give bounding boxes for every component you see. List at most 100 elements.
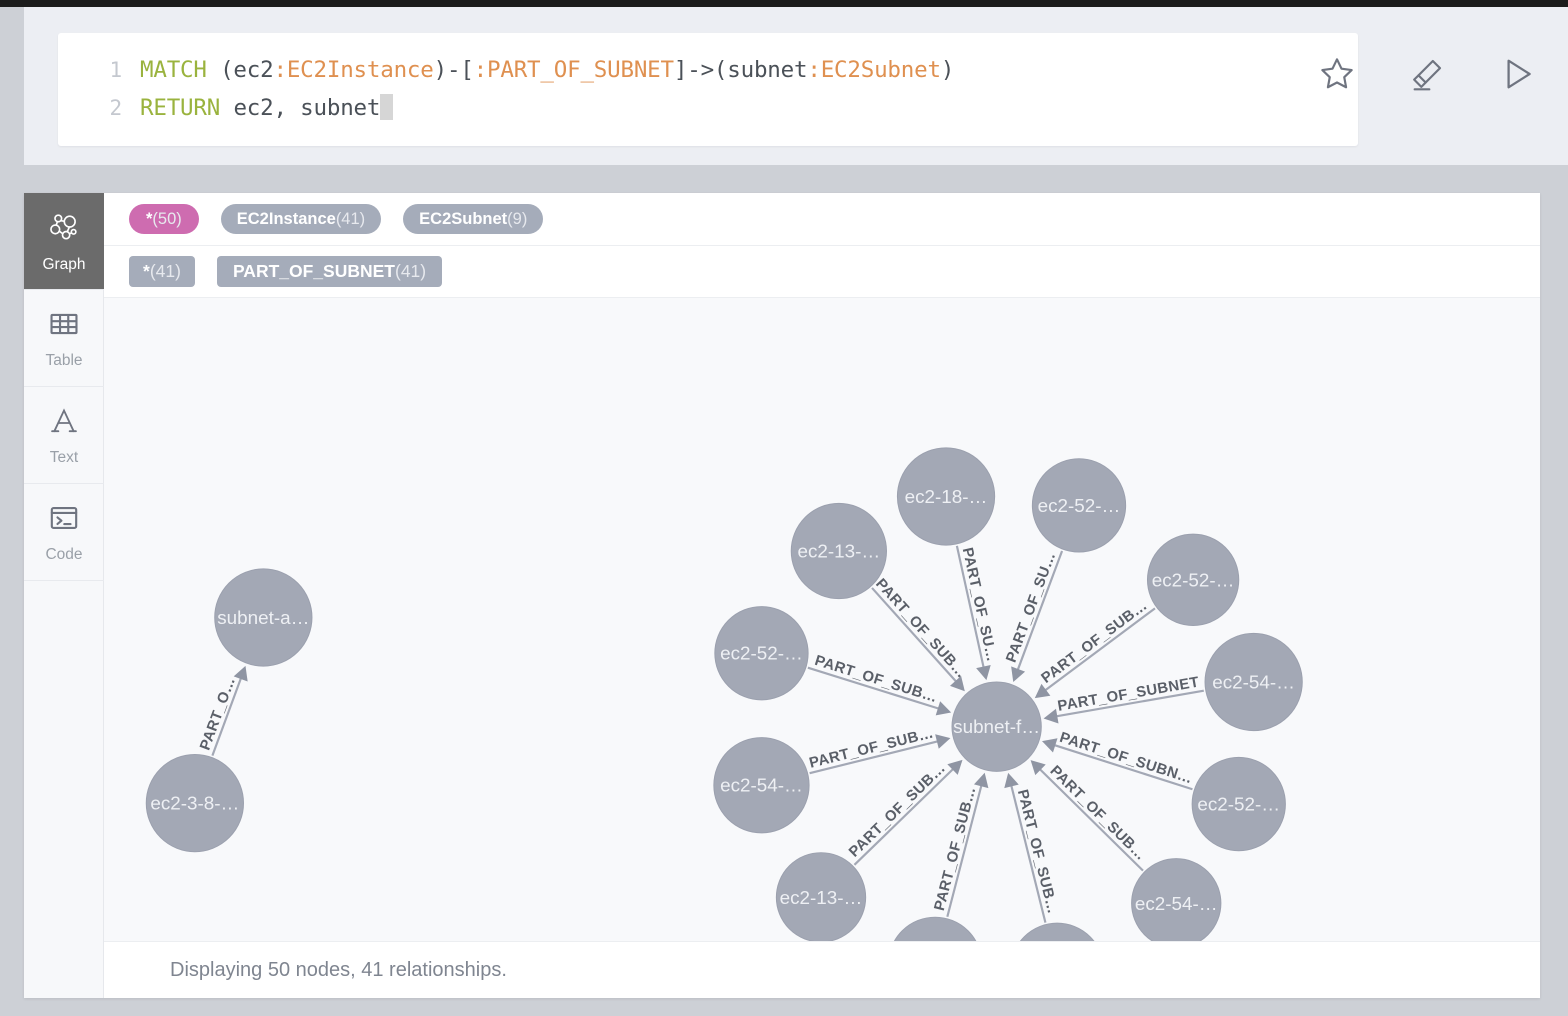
node-circle[interactable] [791,503,886,598]
node-circle[interactable] [1192,757,1285,850]
graph-node[interactable]: ec2-18-… [897,448,994,545]
node-circle[interactable] [1011,923,1104,941]
relationship-line[interactable] [872,588,956,682]
query-editor-frame: 1MATCH (ec2:EC2Instance)-[:PART_OF_SUBNE… [24,7,1568,165]
node-circle[interactable] [888,917,981,941]
graph-canvas[interactable]: PART_O…PART_OF_SUB…PART_OF_SU…PART_OF_SU… [104,298,1540,941]
relationship-line[interactable] [1011,785,1045,922]
code-token: (ec2 [220,57,273,83]
relationship-label: PART_OF_SUB… [1047,763,1149,864]
editor-action-bar [1314,51,1540,97]
node-circle[interactable] [215,569,312,666]
relationship-line[interactable] [808,668,939,709]
rel-type-chip-all[interactable]: *(41) [129,256,195,287]
graph-node[interactable]: ec2-54-… [1205,633,1302,730]
query-editor-card[interactable]: 1MATCH (ec2:EC2Instance)-[:PART_OF_SUBNE… [58,33,1358,146]
relationship-arrowhead [1035,684,1051,698]
sidebar-item-text[interactable]: Text [24,387,104,484]
relationship-line[interactable] [1054,745,1192,789]
graph-node[interactable]: ec2-54-… [714,738,809,833]
relationship-label: PART_OF_SUB… [808,725,936,771]
sidebar-item-graph-label: Graph [42,257,85,273]
relationship-label-layer: PART_O…PART_OF_SUB…PART_OF_SU…PART_OF_SU… [197,546,1200,916]
node-circle[interactable] [1147,534,1238,625]
code-token: ]->(subnet [674,57,807,83]
sidebar-item-text-label: Text [50,450,78,466]
relationship-line[interactable] [810,741,938,773]
chip-count: (41) [336,210,365,229]
code-icon [47,501,81,540]
code-line: 2RETURN ec2, subnet [58,89,1358,127]
node-circle[interactable] [897,448,994,545]
node-circle[interactable] [714,738,809,833]
graph-node[interactable]: ec2-54-… [1011,923,1104,941]
relationship-line[interactable] [854,769,953,865]
node-label-chip-ec2instance[interactable]: EC2Instance(41) [221,204,381,234]
graph-node[interactable]: ec2-52-… [715,607,808,700]
rel-type-chip-part_of_subnet[interactable]: PART_OF_SUBNET(41) [217,256,442,287]
relationship-arrowhead [936,701,951,715]
node-circle[interactable] [146,754,243,851]
sidebar-item-code[interactable]: Code [24,484,104,581]
graph-node[interactable]: ec2-52-… [1032,459,1125,552]
app-root: 1MATCH (ec2:EC2Instance)-[:PART_OF_SUBNE… [0,0,1568,1016]
graph-node[interactable]: ec2-13-… [776,853,865,941]
sidebar-item-code-label: Code [45,547,82,563]
node-circle[interactable] [776,853,865,941]
clear-button[interactable] [1404,51,1450,97]
favorite-button[interactable] [1314,51,1360,97]
relationship-label: PART_OF_SUB… [1039,598,1151,687]
graph-node[interactable]: ec2-54-… [888,917,981,941]
relationship-label: PART_OF_SUB… [1014,788,1060,916]
code-token: RETURN [140,95,233,121]
chip-count: (50) [152,210,181,229]
cypher-code-area[interactable]: 1MATCH (ec2:EC2Instance)-[:PART_OF_SUBNE… [58,51,1358,127]
code-token: :PART_OF_SUBNET [474,57,674,83]
graph-node-center[interactable]: subnet-f… [952,682,1041,771]
graph-node[interactable]: ec2-52-… [1147,534,1238,625]
run-button[interactable] [1494,51,1540,97]
graph-node[interactable]: ec2-54-… [1132,859,1221,941]
node-circle[interactable] [1205,633,1302,730]
relationship-line[interactable] [1045,608,1155,690]
relationship-arrowhead [974,773,988,788]
node-label-chip-row: *(50) EC2Instance(41) EC2Subnet(9) [104,193,1540,246]
node-circle[interactable] [952,682,1041,771]
node-circle[interactable] [715,607,808,700]
code-token: MATCH [140,57,220,83]
graph-node[interactable]: ec2-52-… [1192,757,1285,850]
chip-label: PART_OF_SUBNET [233,261,395,282]
legend-zone: *(50) EC2Instance(41) EC2Subnet(9) *(41) PA… [104,193,1540,298]
result-view-rail: Graph Table [24,193,104,998]
relationship-line[interactable] [1040,769,1143,870]
relationship-label: PART_OF_SU… [1004,550,1060,665]
chip-label: EC2Instance [237,210,336,229]
node-label-chip-all[interactable]: *(50) [129,204,199,234]
relationship-label: PART_OF_SUB… [846,760,949,860]
code-token: )-[ [434,57,474,83]
chip-count: (9) [507,210,527,229]
relationship-label: PART_OF_SUB… [813,653,940,706]
node-circle[interactable] [1032,459,1125,552]
code-token: :EC2Subnet [807,57,940,83]
graph-visualization[interactable]: PART_O…PART_OF_SUB…PART_OF_SU…PART_OF_SU… [104,298,1540,941]
node-label-chip-ec2subnet[interactable]: EC2Subnet(9) [403,204,543,234]
relationship-arrowhead [935,734,950,748]
graph-icon [46,209,82,250]
graph-node-center[interactable]: subnet-a… [215,569,312,666]
sidebar-item-graph[interactable]: Graph [24,193,104,290]
relationship-line[interactable] [947,785,981,917]
play-icon [1496,53,1538,95]
relationship-line[interactable] [957,546,984,668]
graph-node[interactable]: ec2-3-8-… [146,754,243,851]
relationship-line[interactable] [1018,551,1062,670]
relationship-label: PART_OF_SUBN… [1058,730,1195,788]
graph-node[interactable]: ec2-13-… [791,503,886,598]
relationship-label: PART_OF_SUB… [932,785,980,913]
relationship-line[interactable] [1056,691,1204,717]
result-status-bar: Displaying 50 nodes, 41 relationships. [104,941,1540,998]
node-circle[interactable] [1132,859,1221,941]
relationship-line[interactable] [212,678,241,756]
sidebar-item-table[interactable]: Table [24,290,104,387]
node-layer: ec2-3-8-…subnet-a…ec2-13-…ec2-18-…ec2-52… [146,448,1302,941]
